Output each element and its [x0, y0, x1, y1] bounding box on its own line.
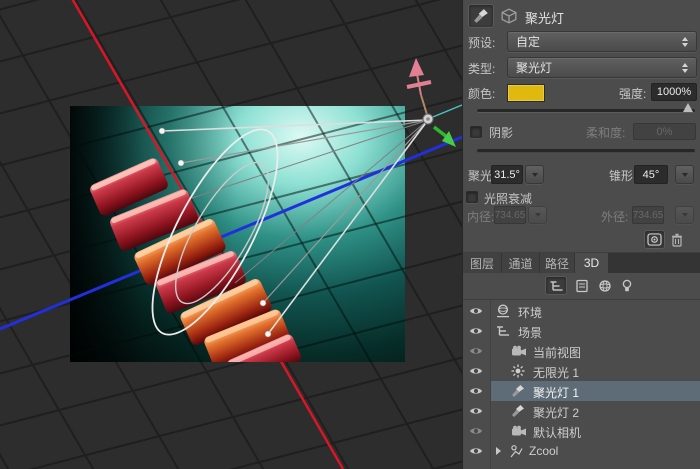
camera-icon	[511, 345, 527, 357]
chevron-updown-icon	[682, 36, 688, 47]
cone-field[interactable]: 45°	[634, 165, 668, 184]
filter-meshes-button[interactable]	[574, 278, 590, 294]
tree-row-spotlight-1[interactable]: 聚光灯 1	[463, 381, 700, 401]
tab-3d[interactable]: 3D	[575, 253, 608, 273]
tree-row-default-camera[interactable]: 默认相机	[463, 421, 700, 441]
chevron-updown-icon	[682, 62, 688, 73]
inner-radius-stepper	[528, 206, 547, 224]
cone-label: 锥形:	[609, 169, 637, 183]
shadow-checkbox[interactable]	[470, 126, 482, 138]
move-to-view-icon	[647, 233, 662, 246]
meshes-icon	[575, 279, 589, 293]
light-color-swatch[interactable]	[507, 84, 545, 102]
spotlight-icon	[511, 384, 525, 398]
falloff-label: 光照衰减	[484, 192, 533, 206]
cone-stepper[interactable]	[675, 165, 694, 184]
tree-row-infinite-light-1[interactable]: 无限光 1	[463, 361, 700, 381]
outer-radius-field: 734.65	[632, 206, 664, 224]
eye-icon[interactable]	[469, 406, 483, 416]
color-label: 颜色:	[468, 87, 496, 101]
eye-icon[interactable]	[469, 426, 483, 436]
hotspot-field[interactable]: 31.5°	[491, 165, 523, 184]
falloff-checkbox[interactable]	[466, 191, 478, 203]
cube-icon	[501, 8, 517, 24]
intensity-slider-handle[interactable]	[683, 103, 693, 112]
spotlight-icon	[511, 404, 525, 418]
eye-icon[interactable]	[469, 346, 483, 356]
shadow-label: 阴影	[489, 126, 514, 140]
expand-triangle-icon[interactable]	[496, 447, 501, 455]
outer-radius-stepper	[675, 206, 694, 224]
trash-icon	[671, 233, 683, 247]
tree-row-zcool[interactable]: Zcool	[463, 441, 700, 461]
tab-channels[interactable]: 通道	[502, 253, 539, 273]
sun-icon	[511, 364, 525, 378]
eye-icon[interactable]	[469, 306, 483, 316]
type-dropdown[interactable]: 聚光灯	[507, 57, 697, 78]
filter-whole-scene-button[interactable]	[545, 276, 567, 295]
intensity-field[interactable]: 1000%	[651, 83, 697, 101]
panel-title: 聚光灯	[525, 11, 565, 26]
eye-icon[interactable]	[469, 446, 483, 456]
softness-field: 0%	[633, 123, 696, 140]
delete-button[interactable]	[669, 231, 685, 248]
scene-icon	[496, 325, 510, 337]
mesh-icon	[509, 444, 523, 458]
inner-radius-field: 734.65	[494, 206, 526, 224]
tree-row-environment[interactable]: 环境	[463, 301, 700, 321]
scene-tree-icon	[549, 280, 564, 292]
light-bulb-icon	[621, 279, 633, 293]
light-tool-button[interactable]	[468, 4, 494, 28]
intensity-slider[interactable]	[477, 103, 695, 113]
eye-icon[interactable]	[469, 386, 483, 396]
tree-row-scene[interactable]: 场景	[463, 321, 700, 341]
panel-tab-bar: 图层 通道 路径 3D	[463, 253, 700, 273]
outer-radius-label: 外径:	[601, 210, 629, 224]
environment-icon	[496, 304, 510, 318]
tab-layers[interactable]: 图层	[463, 253, 501, 273]
preset-label: 预设:	[468, 36, 496, 50]
materials-sphere-icon	[598, 279, 612, 293]
filter-materials-button[interactable]	[597, 278, 613, 294]
spotlight-icon	[473, 8, 489, 24]
inner-radius-label: 内径:	[467, 210, 495, 224]
move-light-to-view-button[interactable]	[644, 230, 665, 249]
tree-row-spotlight-2[interactable]: 聚光灯 2	[463, 401, 700, 421]
tab-paths[interactable]: 路径	[540, 253, 574, 273]
softness-slider	[477, 149, 695, 153]
3d-viewport[interactable]	[0, 0, 462, 469]
eye-icon[interactable]	[469, 366, 483, 376]
type-value: 聚光灯	[516, 61, 553, 75]
intensity-label: 强度:	[619, 87, 647, 101]
right-panel: 聚光灯 预设: 自定 类型: 聚光灯 颜色: 强度: 1000% 阴影 柔和度:…	[462, 0, 700, 469]
tree-row-current-view[interactable]: 当前视图	[463, 341, 700, 361]
softness-label: 柔和度:	[586, 126, 626, 140]
eye-icon[interactable]	[469, 326, 483, 336]
filter-lights-button[interactable]	[620, 277, 634, 294]
preset-value: 自定	[516, 35, 541, 49]
type-label: 类型:	[468, 62, 496, 76]
hotspot-stepper[interactable]	[525, 165, 544, 184]
camera-icon	[511, 425, 527, 437]
preset-dropdown[interactable]: 自定	[507, 31, 697, 52]
